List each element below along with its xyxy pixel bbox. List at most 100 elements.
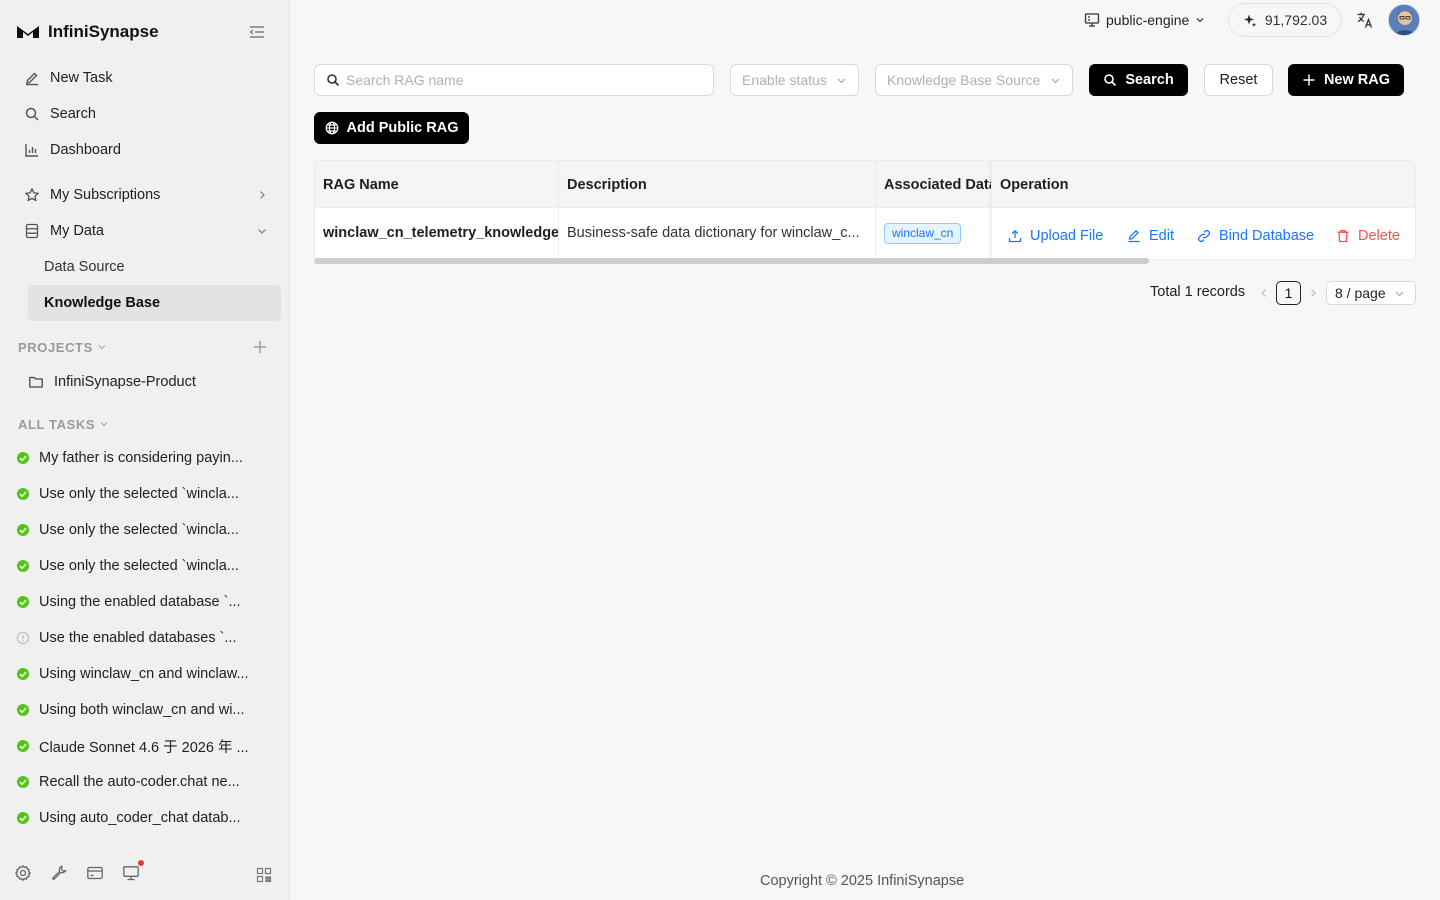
nav-search[interactable]: Search bbox=[14, 96, 282, 132]
nav-label: Dashboard bbox=[50, 142, 121, 158]
chevron-down-icon bbox=[98, 345, 106, 350]
credits-badge[interactable]: 91,792.03 bbox=[1228, 3, 1342, 37]
nav-label: New Task bbox=[50, 70, 113, 86]
task-title: My father is considering payin... bbox=[39, 450, 243, 466]
chevron-down-icon bbox=[837, 78, 846, 83]
check-circle-icon bbox=[17, 488, 29, 500]
edit-icon bbox=[1128, 229, 1140, 243]
task-title: Claude Sonnet 4.6 于 2026 年 ... bbox=[39, 739, 249, 756]
nav-label: My Data bbox=[50, 223, 104, 239]
associated-db-tag[interactable]: winclaw_cn bbox=[884, 222, 962, 244]
chevron-down-icon bbox=[1196, 18, 1204, 23]
pen-icon bbox=[26, 72, 38, 86]
collapse-sidebar-icon[interactable] bbox=[248, 24, 266, 40]
enable-status-select[interactable]: Enable status bbox=[730, 64, 859, 96]
folder-icon bbox=[29, 376, 43, 388]
notification-dot bbox=[137, 859, 145, 867]
page-number-current[interactable]: 1 bbox=[1276, 281, 1301, 305]
chevron-down-icon bbox=[1395, 291, 1404, 296]
page-size-select[interactable]: 8 / page bbox=[1326, 281, 1416, 305]
task-item[interactable]: Using auto_coder_chat datab... bbox=[16, 800, 282, 836]
nav-label: Search bbox=[50, 106, 96, 122]
monitor-notification[interactable] bbox=[122, 859, 145, 882]
engine-selector[interactable]: public-engine bbox=[1084, 10, 1205, 30]
settings-icon[interactable] bbox=[14, 864, 32, 882]
add-public-rag-button[interactable]: Add Public RAG bbox=[314, 112, 469, 144]
task-title: Using winclaw_cn and winclaw... bbox=[39, 666, 249, 682]
card-icon[interactable] bbox=[86, 864, 104, 882]
add-project-icon[interactable] bbox=[252, 339, 268, 355]
task-title: Using both winclaw_cn and wi... bbox=[39, 702, 245, 718]
next-page-icon[interactable] bbox=[1307, 287, 1319, 299]
nav-knowledge-base[interactable]: Knowledge Base bbox=[28, 285, 281, 321]
column-header-description: Description bbox=[558, 161, 875, 208]
engine-label: public-engine bbox=[1106, 12, 1190, 28]
chevron-down-icon bbox=[258, 229, 266, 234]
nav-new-task[interactable]: New Task bbox=[14, 60, 282, 96]
operation-cell: Upload File Edit Bind Database Delete bbox=[991, 208, 1415, 258]
projects-section-toggle[interactable]: PROJECTS bbox=[18, 339, 107, 355]
task-title: Recall the auto-coder.chat ne... bbox=[39, 774, 240, 790]
qr-grid-icon[interactable] bbox=[256, 867, 272, 883]
all-tasks-section-toggle[interactable]: ALL TASKS bbox=[18, 416, 109, 432]
nav-data-source[interactable]: Data Source bbox=[28, 249, 281, 285]
task-item[interactable]: Using the enabled database `... bbox=[16, 584, 282, 620]
copyright: Copyright © 2025 InfiniSynapse bbox=[760, 873, 965, 889]
new-rag-button[interactable]: New RAG bbox=[1288, 64, 1404, 96]
edit-link[interactable]: Edit bbox=[1127, 228, 1174, 244]
search-button[interactable]: Search bbox=[1089, 64, 1188, 96]
task-item[interactable]: Use the enabled databases `... bbox=[16, 620, 282, 656]
task-item[interactable]: Using both winclaw_cn and wi... bbox=[16, 692, 282, 728]
kb-source-select[interactable]: Knowledge Base Source bbox=[875, 64, 1073, 96]
database-icon bbox=[25, 223, 39, 239]
upload-file-label: Upload File bbox=[1030, 228, 1104, 244]
description-cell: Business-safe data dictionary for wincla… bbox=[558, 208, 875, 258]
total-records: Total 1 records bbox=[1150, 284, 1246, 300]
task-title: Use only the selected `wincla... bbox=[39, 522, 239, 538]
task-title: Use only the selected `wincla... bbox=[39, 558, 239, 574]
task-item[interactable]: Use only the selected `wincla... bbox=[16, 476, 282, 512]
brand[interactable]: InfiniSynapse bbox=[16, 20, 159, 44]
upload-file-link[interactable]: Upload File bbox=[1008, 228, 1103, 244]
search-icon bbox=[1104, 74, 1117, 87]
projects-label: PROJECTS bbox=[18, 339, 93, 355]
upload-icon bbox=[1008, 229, 1022, 243]
nav-label: My Subscriptions bbox=[50, 187, 161, 203]
user-avatar[interactable] bbox=[1388, 4, 1420, 36]
wrench-icon[interactable] bbox=[50, 864, 68, 882]
search-icon bbox=[327, 74, 340, 87]
rag-name-cell: winclaw_cn_telemetry_knowledge bbox=[323, 225, 558, 241]
task-item[interactable]: Use only the selected `wincla... bbox=[16, 548, 282, 584]
check-circle-icon bbox=[17, 704, 29, 716]
search-rag-input[interactable] bbox=[346, 72, 706, 88]
select-placeholder: Knowledge Base Source bbox=[887, 72, 1041, 88]
bind-database-label: Bind Database bbox=[1219, 228, 1315, 244]
nav-my-subscriptions[interactable]: My Subscriptions bbox=[14, 177, 282, 213]
plus-icon bbox=[1303, 74, 1315, 86]
nav-my-data[interactable]: My Data bbox=[14, 213, 282, 249]
table-header: RAG Name Description Associated Data Ope… bbox=[315, 161, 1415, 208]
task-item[interactable]: Use only the selected `wincla... bbox=[16, 512, 282, 548]
link-icon bbox=[1198, 230, 1210, 242]
project-item[interactable]: InfiniSynapse-Product bbox=[28, 364, 281, 400]
task-item[interactable]: Recall the auto-coder.chat ne... bbox=[16, 764, 282, 800]
check-circle-icon bbox=[17, 452, 29, 464]
bind-database-link[interactable]: Bind Database bbox=[1197, 228, 1314, 244]
task-item[interactable]: Using winclaw_cn and winclaw... bbox=[16, 656, 282, 692]
reset-button[interactable]: Reset bbox=[1204, 64, 1273, 96]
prev-page-icon[interactable] bbox=[1258, 287, 1270, 299]
chevron-down-icon bbox=[1051, 78, 1060, 83]
task-item[interactable]: Claude Sonnet 4.6 于 2026 年 ... bbox=[16, 728, 282, 764]
task-item[interactable]: My father is considering payin... bbox=[16, 440, 282, 476]
table-horizontal-scrollbar[interactable] bbox=[314, 258, 1149, 264]
delete-label: Delete bbox=[1358, 228, 1400, 244]
nav-dashboard[interactable]: Dashboard bbox=[14, 132, 282, 168]
translate-icon[interactable] bbox=[1356, 11, 1374, 29]
delete-link[interactable]: Delete bbox=[1336, 228, 1400, 244]
search-button-label: Search bbox=[1125, 72, 1174, 88]
check-circle-icon bbox=[17, 740, 29, 752]
trash-icon bbox=[1337, 229, 1349, 243]
associated-data-cell: winclaw_cn bbox=[875, 208, 991, 258]
table-row[interactable]: winclaw_cn_telemetry_knowledge Business-… bbox=[315, 208, 1415, 258]
project-name: InfiniSynapse-Product bbox=[54, 374, 196, 390]
